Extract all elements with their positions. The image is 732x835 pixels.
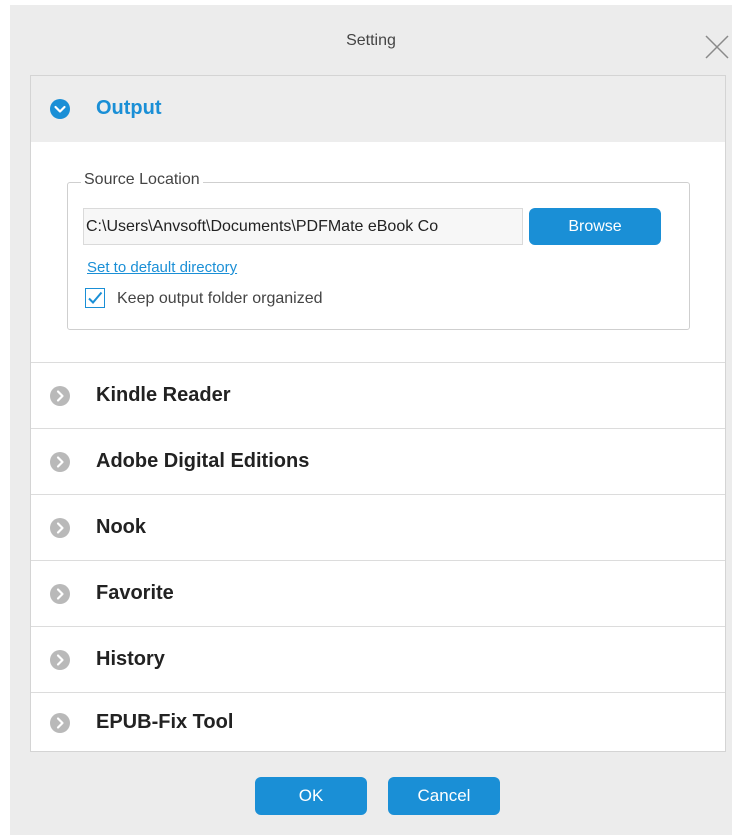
- chevron-right-circle-icon: [50, 713, 70, 733]
- close-button[interactable]: [702, 32, 732, 62]
- chevron-down-circle-icon: [50, 99, 70, 119]
- section-kindle-reader-label: Kindle Reader: [96, 384, 231, 406]
- section-adobe-digital-editions-header[interactable]: Adobe Digital Editions: [31, 429, 725, 495]
- section-nook-label: Nook: [96, 516, 146, 538]
- section-output-header[interactable]: Output: [31, 76, 725, 142]
- check-icon: [88, 291, 103, 304]
- ok-button[interactable]: OK: [255, 777, 367, 815]
- section-history-label: History: [96, 648, 165, 670]
- cancel-button[interactable]: Cancel: [388, 777, 500, 815]
- chevron-right-circle-icon: [50, 584, 70, 604]
- section-epub-fix-tool-header[interactable]: EPUB-Fix Tool: [31, 693, 725, 751]
- section-adobe-digital-editions-label: Adobe Digital Editions: [96, 450, 310, 472]
- set-default-directory-link[interactable]: Set to default directory: [87, 259, 237, 276]
- section-nook-header[interactable]: Nook: [31, 495, 725, 561]
- settings-panel: Output Source Location Browse Set to def…: [30, 75, 726, 752]
- section-favorite-label: Favorite: [96, 582, 174, 604]
- settings-dialog: Setting Output Source Location Browse: [10, 5, 732, 835]
- keep-organized-checkbox[interactable]: [85, 288, 105, 308]
- section-kindle-reader-header[interactable]: Kindle Reader: [31, 363, 725, 429]
- keep-organized-label: Keep output folder organized: [117, 290, 323, 307]
- source-path-input[interactable]: [83, 208, 523, 245]
- section-epub-fix-tool-label: EPUB-Fix Tool: [96, 711, 234, 733]
- chevron-right-circle-icon: [50, 386, 70, 406]
- close-icon: [705, 35, 729, 59]
- section-output-label: Output: [96, 97, 162, 119]
- dialog-title: Setting: [346, 32, 396, 49]
- section-history-header[interactable]: History: [31, 627, 725, 693]
- section-output-body: Source Location Browse Set to default di…: [31, 142, 725, 363]
- browse-button[interactable]: Browse: [529, 208, 661, 245]
- chevron-right-circle-icon: [50, 518, 70, 538]
- chevron-right-circle-icon: [50, 650, 70, 670]
- source-location-legend: Source Location: [81, 171, 203, 189]
- section-favorite-header[interactable]: Favorite: [31, 561, 725, 627]
- chevron-right-circle-icon: [50, 452, 70, 472]
- title-bar: Setting: [10, 5, 732, 75]
